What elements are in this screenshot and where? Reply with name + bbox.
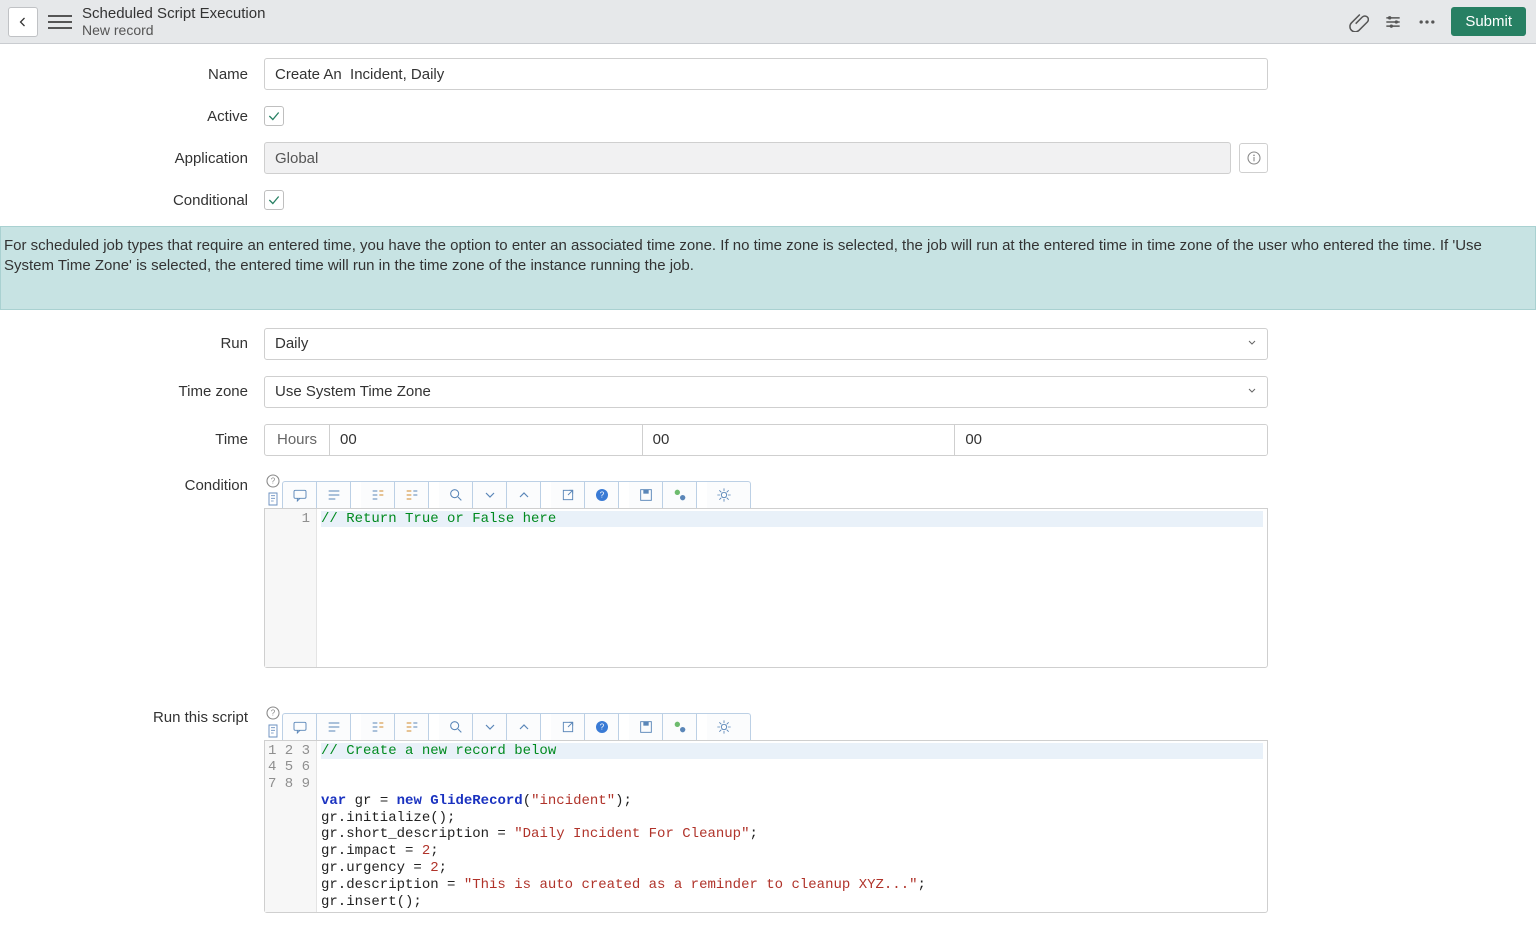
active-checkbox[interactable] <box>264 106 284 126</box>
page-title: Scheduled Script Execution <box>82 5 265 22</box>
script-editor-toolbar: ? <box>282 713 751 740</box>
editor-save-button[interactable] <box>629 714 663 740</box>
application-input <box>264 142 1231 174</box>
name-label: Name <box>12 66 264 83</box>
time-seconds-input[interactable] <box>954 425 1267 455</box>
help-icon: ? <box>265 473 281 489</box>
help-icon: ? <box>265 705 281 721</box>
script-icon <box>265 491 281 507</box>
check-icon <box>267 109 281 123</box>
editor-comment-button[interactable] <box>283 714 317 740</box>
editor-save-button[interactable] <box>629 482 663 508</box>
editor-find-prev-button[interactable] <box>507 482 541 508</box>
timezone-info-banner: For scheduled job types that require an … <box>0 226 1536 310</box>
editor-help-button[interactable]: ? <box>585 482 619 508</box>
editor-fullscreen-button[interactable] <box>551 482 585 508</box>
more-horizontal-icon <box>1417 12 1437 32</box>
back-button[interactable] <box>8 7 38 37</box>
timezone-select[interactable] <box>264 376 1268 408</box>
condition-editor-toolbar: ? <box>282 481 751 508</box>
info-icon <box>1246 150 1262 166</box>
more-actions-button[interactable] <box>1413 8 1441 36</box>
conditional-label: Conditional <box>12 192 264 209</box>
svg-text:?: ? <box>271 708 276 717</box>
submit-button[interactable]: Submit <box>1451 7 1526 36</box>
editor-find-prev-button[interactable] <box>507 714 541 740</box>
editor-format-button[interactable] <box>317 714 351 740</box>
condition-help-button[interactable]: ? <box>264 472 282 490</box>
editor-comment-button[interactable] <box>283 482 317 508</box>
editor-settings-button[interactable] <box>707 482 741 508</box>
editor-replace-button[interactable] <box>361 482 395 508</box>
run-label: Run <box>12 335 264 352</box>
time-minutes-input[interactable] <box>642 425 955 455</box>
editor-replace-all-button[interactable] <box>395 714 429 740</box>
run-script-code-editor[interactable]: 1 2 3 4 5 6 7 8 9 // Create a new record… <box>264 740 1268 914</box>
script-tools-button[interactable] <box>264 722 282 740</box>
page-subtitle: New record <box>82 22 265 38</box>
conditional-checkbox[interactable] <box>264 190 284 210</box>
sliders-icon <box>1383 12 1403 32</box>
form-area: Name Active Application Conditional <box>0 44 1536 210</box>
check-icon <box>267 193 281 207</box>
editor-find-next-button[interactable] <box>473 714 507 740</box>
editor-diff-button[interactable] <box>663 482 697 508</box>
condition-code-editor[interactable]: 1 // Return True or False here <box>264 508 1268 668</box>
editor-help-button[interactable]: ? <box>585 714 619 740</box>
condition-script-tools-button[interactable] <box>264 490 282 508</box>
svg-text:?: ? <box>599 490 604 499</box>
application-label: Application <box>12 150 264 167</box>
script-icon <box>265 723 281 739</box>
run-script-label: Run this script <box>12 704 264 726</box>
editor-diff-button[interactable] <box>663 714 697 740</box>
editor-fullscreen-button[interactable] <box>551 714 585 740</box>
page-header: Scheduled Script Execution New record Su… <box>0 0 1536 44</box>
svg-text:?: ? <box>271 476 276 485</box>
time-hours-label: Hours <box>265 431 329 448</box>
svg-text:?: ? <box>599 722 604 731</box>
script-help-button[interactable]: ? <box>264 704 282 722</box>
application-info-button[interactable] <box>1239 143 1268 173</box>
time-field: Hours <box>264 424 1268 456</box>
menu-button[interactable] <box>48 10 72 34</box>
paperclip-icon <box>1349 12 1369 32</box>
time-hours-input[interactable] <box>329 425 642 455</box>
editor-search-button[interactable] <box>439 482 473 508</box>
editor-replace-all-button[interactable] <box>395 482 429 508</box>
run-select[interactable] <box>264 328 1268 360</box>
page-title-block: Scheduled Script Execution New record <box>82 5 265 38</box>
settings-button[interactable] <box>1379 8 1407 36</box>
editor-search-button[interactable] <box>439 714 473 740</box>
time-label: Time <box>12 431 264 448</box>
editor-replace-button[interactable] <box>361 714 395 740</box>
timezone-label: Time zone <box>12 383 264 400</box>
condition-label: Condition <box>12 472 264 494</box>
attachments-button[interactable] <box>1345 8 1373 36</box>
active-label: Active <box>12 108 264 125</box>
editor-find-next-button[interactable] <box>473 482 507 508</box>
editor-format-button[interactable] <box>317 482 351 508</box>
editor-settings-button[interactable] <box>707 714 741 740</box>
chevron-left-icon <box>17 16 29 28</box>
name-input[interactable] <box>264 58 1268 90</box>
